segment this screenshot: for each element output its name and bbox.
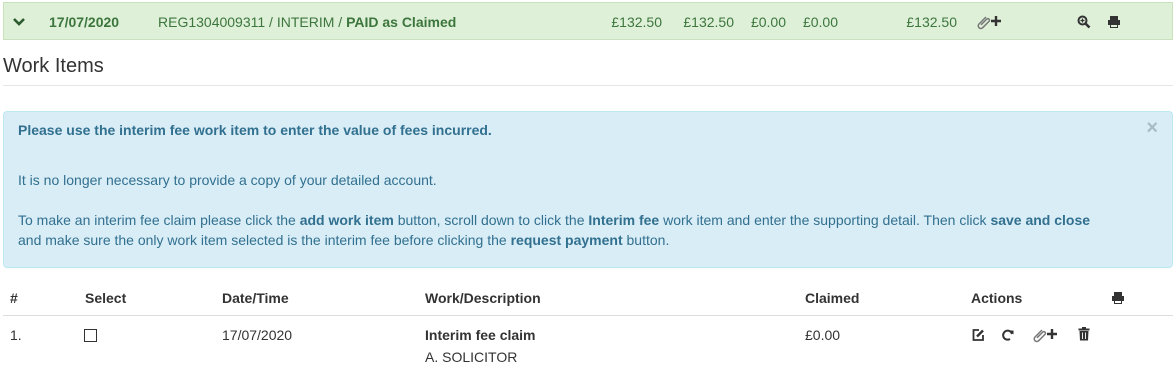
row-number: 1.: [10, 327, 22, 343]
print-icon[interactable]: [1107, 15, 1121, 29]
row-date: 17/07/2020: [222, 327, 293, 343]
edit-icon[interactable]: [971, 328, 985, 342]
claim-status: PAID as Claimed: [346, 14, 457, 30]
row-subtitle: A. SOLICITOR: [425, 349, 518, 365]
alert-text: button.: [622, 232, 670, 248]
column-header-datetime: Date/Time: [222, 290, 289, 306]
trash-icon[interactable]: [1078, 327, 1090, 341]
column-header-select: Select: [85, 290, 127, 306]
alert-emphasis: add work item: [299, 212, 394, 228]
alert-line-1: It is no longer necessary to provide a c…: [18, 172, 437, 188]
chevron-down-icon[interactable]: [12, 15, 26, 29]
title-divider: [3, 85, 1173, 86]
column-header-description: Work/Description: [425, 290, 541, 306]
alert-text: button, scroll down to click the: [393, 212, 589, 228]
alert-emphasis: Interim fee: [588, 212, 660, 228]
claim-reference: REG1304009311 / INTERIM / PAID as Claime…: [158, 13, 456, 31]
page-title: Work Items: [3, 55, 104, 77]
alert-close-button[interactable]: ×: [1146, 118, 1158, 138]
claim-summary-row[interactable]: 17/07/2020 REG1304009311 / INTERIM / PAI…: [3, 2, 1173, 40]
info-alert: Please use the interim fee work item to …: [3, 111, 1173, 268]
redo-icon[interactable]: [1001, 328, 1015, 342]
zoom-in-icon[interactable]: [1077, 15, 1091, 29]
claim-date: 17/07/2020: [49, 14, 120, 30]
row-claimed: £0.00: [805, 327, 841, 343]
column-header-number: #: [10, 290, 18, 306]
alert-line-3: and make sure the only work item selecte…: [18, 230, 669, 250]
claim-amount-5: £132.50: [906, 14, 957, 30]
print-all-icon[interactable]: [1111, 291, 1125, 305]
claim-reference-text: REG1304009311 / INTERIM /: [158, 14, 347, 30]
alert-text: work item and enter the supporting detai…: [659, 212, 991, 228]
row-select-checkbox[interactable]: [84, 329, 97, 342]
alert-emphasis: request payment: [510, 232, 623, 248]
alert-text: and make sure the only work item selecte…: [18, 232, 511, 248]
alert-heading: Please use the interim fee work item to …: [18, 122, 492, 138]
claim-amount-1: £132.50: [611, 14, 662, 30]
claim-amount-4: £0.00: [802, 14, 838, 30]
row-title: Interim fee claim: [425, 327, 536, 343]
alert-line-2: To make an interim fee claim please clic…: [18, 210, 1090, 230]
column-header-claimed: Claimed: [805, 290, 860, 306]
attach-add-icon[interactable]: [1030, 326, 1058, 344]
alert-emphasis: save and close: [990, 212, 1091, 228]
alert-text: To make an interim fee claim please clic…: [18, 212, 300, 228]
table-header-divider: [3, 315, 1173, 316]
column-header-actions: Actions: [971, 290, 1023, 306]
attach-add-icon[interactable]: [974, 13, 1002, 31]
